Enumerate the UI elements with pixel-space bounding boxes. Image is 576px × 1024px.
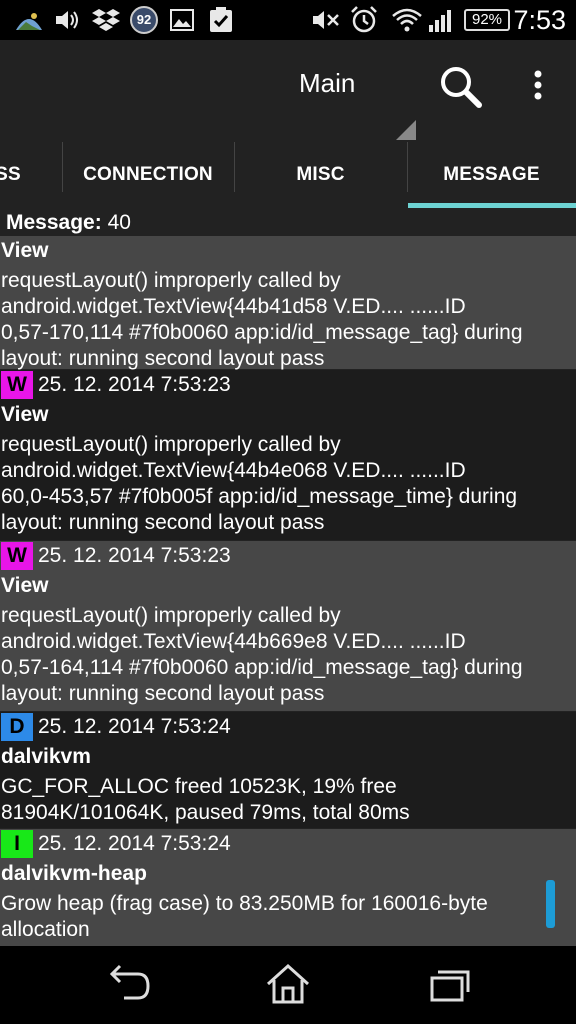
message-count-label: Message: [6,211,102,234]
home-icon[interactable] [263,962,313,1006]
signal-icon [428,6,456,34]
main-spinner[interactable]: Main [299,68,355,99]
alarm-icon [350,6,378,34]
list-item[interactable]: View requestLayout() improperly called b… [0,236,576,370]
navigation-bar [0,946,576,1024]
entry-tag: View [1,574,49,597]
entry-message: requestLayout() improperly called by and… [1,433,518,534]
list-item[interactable]: W 25. 12. 2014 7:53:23 View requestLayou… [0,541,576,711]
tab-bar: SS CONNECTION MISC MESSAGE [0,142,576,208]
status-bar: 92 92% 7:53 [0,0,576,40]
entry-tag: dalvikvm-heap [1,862,147,885]
entry-message: GC_FOR_ALLOC freed 10523K, 19% free 8190… [1,775,410,824]
entry-tag: dalvikvm [1,745,91,768]
back-icon[interactable] [104,962,154,1006]
search-icon[interactable] [438,64,484,110]
level-badge: W [1,371,33,399]
wifi-icon [392,6,422,34]
entry-tag: View [1,239,49,262]
message-count-value: 40 [107,211,131,234]
entry-message: requestLayout() improperly called by and… [1,604,523,705]
mute-icon [312,6,342,34]
tab-ss[interactable]: SS [0,142,38,208]
list-item[interactable]: I 25. 12. 2014 7:53:24 dalvikvm-heap Gro… [0,829,576,946]
entry-message: requestLayout() improperly called by and… [1,269,523,370]
image-icon [170,6,194,34]
message-list[interactable]: Message: 40 View requestLayout() imprope… [0,208,576,946]
recent-apps-icon[interactable] [424,962,474,1006]
list-item[interactable]: W 25. 12. 2014 7:53:23 View requestLayou… [0,370,576,540]
level-badge: D [1,713,33,741]
message-count: Message: 40 [6,211,131,235]
weather-icon [14,6,44,34]
entry-timestamp: 25. 12. 2014 7:53:24 [38,832,231,855]
overflow-menu-icon[interactable] [526,64,550,110]
entry-timestamp: 25. 12. 2014 7:53:23 [38,373,231,396]
level-badge: I [1,830,33,858]
action-bar: Main [0,40,576,142]
notification-count-icon: 92 [130,6,158,34]
entry-tag: View [1,403,49,426]
tab-connection[interactable]: CONNECTION [62,142,234,208]
scrollbar[interactable] [546,880,555,928]
entry-timestamp: 25. 12. 2014 7:53:23 [38,544,231,567]
volume-icon [54,6,80,34]
clipboard-check-icon [208,6,234,34]
entry-timestamp: 25. 12. 2014 7:53:24 [38,715,231,738]
tab-misc[interactable]: MISC [234,142,407,208]
dropbox-icon [92,6,120,34]
clock: 7:53 [513,5,566,35]
entry-message: Grow heap (frag case) to 83.250MB for 16… [1,892,488,941]
list-item[interactable]: D 25. 12. 2014 7:53:24 dalvikvm GC_FOR_A… [0,712,576,828]
tab-message[interactable]: MESSAGE [407,142,576,208]
battery-icon: 92% [464,9,510,31]
level-badge: W [1,542,33,570]
spinner-triangle-icon[interactable] [396,120,416,140]
